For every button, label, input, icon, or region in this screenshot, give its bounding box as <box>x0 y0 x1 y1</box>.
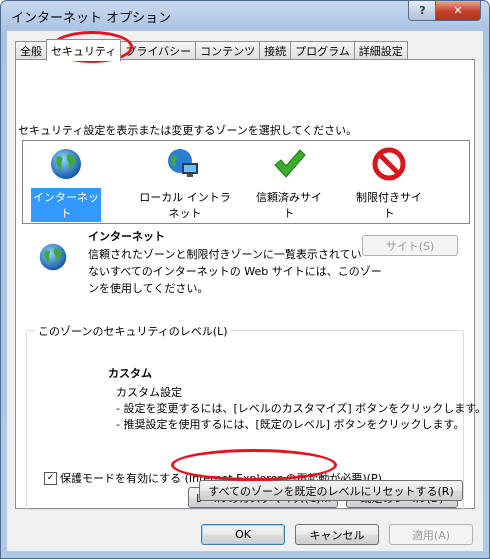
tab-general[interactable]: 全般 <box>15 41 47 60</box>
zone-restricted-sites[interactable]: 制限付きサイト <box>349 147 429 222</box>
tab-security[interactable]: セキュリティ <box>46 39 122 61</box>
ok-button[interactable]: OK <box>201 524 285 545</box>
tab-advanced[interactable]: 詳細設定 <box>353 41 408 60</box>
help-button[interactable]: ? <box>408 1 437 21</box>
zone-description-line: 信頼されたゾーンと制限付きゾーンに一覧表示されてい <box>88 248 362 261</box>
security-level-label: このゾーンのセキュリティのレベル(L) <box>35 323 231 339</box>
restricted-icon <box>372 147 406 181</box>
zone-internet[interactable]: インターネット <box>31 147 101 222</box>
tab-privacy[interactable]: プライバシー <box>120 41 197 60</box>
zone-description-line: ないすべてのインターネットの Web サイトには、このゾー <box>88 265 382 278</box>
zone-label: ローカル イントラネット <box>139 191 231 220</box>
zone-trusted-sites[interactable]: 信頼済みサイト <box>249 147 329 222</box>
reset-all-zones-button[interactable]: すべてのゾーンを既定のレベルにリセットする(R) <box>199 480 463 501</box>
cancel-button[interactable]: キャンセル <box>295 524 379 545</box>
tab-connections[interactable]: 接続 <box>259 41 292 60</box>
level-description-line: カスタム設定 <box>116 386 182 399</box>
protected-mode-checkbox[interactable]: ✓ <box>44 472 57 485</box>
globe-icon <box>51 149 81 179</box>
tab-programs[interactable]: プログラム <box>290 41 355 60</box>
globe-icon <box>39 243 67 271</box>
intranet-icon <box>168 149 198 177</box>
level-description-line: - 推奨設定を使用するには、[既定のレベル] ボタンをクリックします。 <box>116 418 465 431</box>
level-description-line: - 設定を変更するには、[レベルのカスタマイズ] ボタンをクリックします。 <box>116 402 487 415</box>
level-title: カスタム <box>108 367 152 380</box>
zone-title: インターネット <box>88 230 165 243</box>
apply-button[interactable]: 適用(A) <box>389 524 473 545</box>
zone-instruction: セキュリティ設定を表示または変更するゾーンを選択してください。 <box>18 124 358 137</box>
zone-description-line: ンを使用してください。 <box>88 282 209 295</box>
window-title: インターネット オプション <box>11 11 172 26</box>
sites-button[interactable]: サイト(S) <box>362 235 458 256</box>
close-button[interactable]: ✕ <box>435 1 481 21</box>
title-bar[interactable]: インターネット オプション ? ✕ <box>1 1 489 29</box>
zone-list: インターネット ローカル イントラネット 信頼済みサイト 制限付きサイト <box>22 140 470 224</box>
checkmark-icon <box>274 149 306 178</box>
dialog-body: 全般 セキュリティ プライバシー コンテンツ 接続 プログラム 詳細設定 セキュ… <box>7 31 486 551</box>
internet-options-window: インターネット オプション ? ✕ 全般 セキュリティ プライバシー コンテンツ… <box>0 0 490 559</box>
tab-bar: 全般 セキュリティ プライバシー コンテンツ 接続 プログラム 詳細設定 <box>15 39 408 61</box>
zone-label: 信頼済みサイト <box>256 191 322 220</box>
zone-label: 制限付きサイト <box>356 191 422 220</box>
zone-label: インターネット <box>31 188 101 222</box>
tab-content[interactable]: コンテンツ <box>195 41 261 60</box>
security-tab-panel: セキュリティ設定を表示または変更するゾーンを選択してください。 インターネット <box>15 59 486 510</box>
zone-local-intranet[interactable]: ローカル イントラネット <box>135 147 231 222</box>
